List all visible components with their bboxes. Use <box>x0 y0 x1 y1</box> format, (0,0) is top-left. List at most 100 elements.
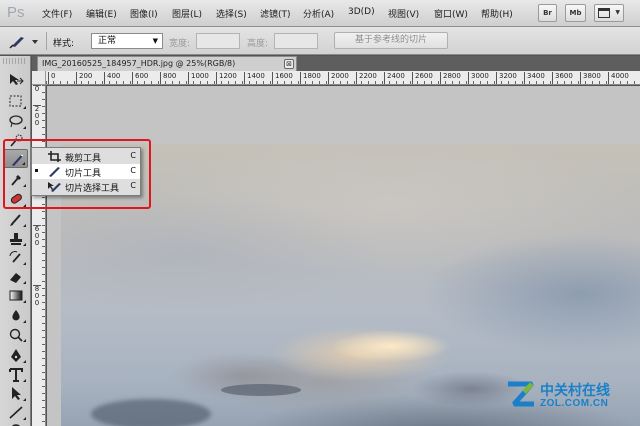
menu-window[interactable]: 窗口(W) <box>434 7 468 20</box>
options-bar: 样式: 正常 ▼ 宽度: 高度: 基于参考线的切片 <box>0 27 640 55</box>
ruler-tick: 2800 <box>440 72 461 84</box>
line-icon <box>9 406 23 419</box>
chevron-down-icon: ▼ <box>152 37 158 45</box>
tool-pen[interactable] <box>3 346 28 365</box>
photoshop-logo: Ps <box>7 4 25 21</box>
width-field[interactable] <box>196 33 240 49</box>
hand-icon <box>11 424 21 426</box>
pen-icon <box>11 349 21 362</box>
style-label: 样式: <box>53 39 75 49</box>
menu-image[interactable]: 图像(I) <box>130 7 158 20</box>
ruler-tick: 3600 <box>552 72 573 84</box>
tool-gradient[interactable] <box>3 286 28 305</box>
tool-brush[interactable] <box>3 210 28 229</box>
watermark-text: 中关村在线 <box>540 383 610 399</box>
horizontal-ruler[interactable]: 0 200 400 600 800 1000 1200 1400 1600 18… <box>46 71 640 85</box>
clone-stamp-icon <box>10 233 22 245</box>
menu-layer[interactable]: 图层(L) <box>172 7 202 20</box>
tool-blur[interactable] <box>3 306 28 325</box>
tool-hand[interactable] <box>3 420 28 426</box>
tool-type[interactable] <box>3 365 28 384</box>
style-dropdown[interactable]: 正常 ▼ <box>91 33 163 49</box>
height-field[interactable] <box>274 33 318 49</box>
tool-preset-picker[interactable] <box>6 32 42 50</box>
document-tab-strip: IMG_20160525_184957_HDR.jpg @ 25%(RGB/8)… <box>32 56 640 71</box>
close-icon[interactable]: ⊠ <box>284 59 294 69</box>
cloud <box>91 399 211 426</box>
width-label: 宽度: <box>169 39 191 49</box>
highlight-box <box>3 139 151 209</box>
type-icon <box>9 368 23 382</box>
ruler-origin[interactable] <box>32 71 46 85</box>
slice-icon <box>9 37 38 49</box>
ruler-tick: 1200 <box>216 72 237 84</box>
menu-bar: Ps 文件(F) 编辑(E) 图像(I) 图层(L) 选择(S) 滤镜(T) 分… <box>0 0 640 27</box>
lasso-icon <box>9 115 23 128</box>
menu-help[interactable]: 帮助(H) <box>481 7 513 20</box>
menu-edit[interactable]: 编辑(E) <box>86 7 117 20</box>
screen-mode-icon <box>598 8 610 18</box>
tool-dodge[interactable] <box>3 325 28 344</box>
history-brush-icon <box>9 251 21 263</box>
ruler-tick: 800 <box>33 285 41 307</box>
tool-move[interactable] <box>3 70 28 89</box>
ruler-tick: 2600 <box>412 72 433 84</box>
dodge-icon <box>9 328 23 342</box>
document-tab[interactable]: IMG_20160525_184957_HDR.jpg @ 25%(RGB/8)… <box>37 56 297 71</box>
chevron-down-icon: ▼ <box>615 9 620 16</box>
ruler-tick: 3200 <box>496 72 517 84</box>
watermark-url: ZOL.COM.CN <box>540 398 609 409</box>
menu-3d[interactable]: 3D(D) <box>348 7 375 17</box>
gradient-icon <box>9 290 23 301</box>
menu-filter[interactable]: 滤镜(T) <box>260 7 291 20</box>
ruler-tick: 2000 <box>328 72 349 84</box>
ruler-tick: 200 <box>76 72 92 84</box>
ruler-tick: 1000 <box>188 72 209 84</box>
menu-file[interactable]: 文件(F) <box>42 7 72 20</box>
ruler-tick: 2400 <box>384 72 405 84</box>
menu-analysis[interactable]: 分析(A) <box>303 7 334 20</box>
height-label: 高度: <box>247 39 269 49</box>
vertical-ruler[interactable]: 0 200 400 600 800 <box>32 85 46 426</box>
tool-path-select[interactable] <box>3 384 28 403</box>
menu-select[interactable]: 选择(S) <box>216 7 247 20</box>
brush-icon <box>10 214 21 226</box>
ruler-tick: 2200 <box>356 72 377 84</box>
document-title: IMG_20160525_184957_HDR.jpg @ 25%(RGB/8) <box>42 59 236 68</box>
blur-icon <box>12 310 20 321</box>
slices-from-guides-button[interactable]: 基于参考线的切片 <box>334 32 448 49</box>
ruler-tick: 1800 <box>300 72 321 84</box>
mini-bridge-button[interactable]: Mb <box>565 4 586 22</box>
ruler-tick: 600 <box>132 72 148 84</box>
ruler-tick: 200 <box>33 105 41 127</box>
ruler-tick: 1600 <box>272 72 293 84</box>
style-value: 正常 <box>98 36 117 46</box>
document-canvas[interactable] <box>47 86 640 426</box>
eraser-icon <box>10 273 21 283</box>
bridge-button[interactable]: Br <box>538 4 557 22</box>
tool-marquee[interactable] <box>3 92 28 111</box>
panel-grip[interactable] <box>3 58 27 64</box>
path-select-icon <box>12 387 21 400</box>
cloud <box>221 384 301 396</box>
ruler-tick: 800 <box>160 72 176 84</box>
ruler-tick: 400 <box>104 72 120 84</box>
screen-mode-button[interactable]: ▼ <box>594 4 624 22</box>
menu-view[interactable]: 视图(V) <box>388 7 419 20</box>
ruler-tick: 600 <box>33 225 41 247</box>
zol-logo-icon <box>508 381 534 407</box>
ruler-tick: 1400 <box>244 72 265 84</box>
tool-lasso[interactable] <box>3 112 28 131</box>
marquee-icon <box>9 95 22 107</box>
tool-history-brush[interactable] <box>3 248 28 267</box>
tool-eraser[interactable] <box>3 267 28 286</box>
move-icon <box>10 74 24 85</box>
ruler-tick: 3000 <box>468 72 489 84</box>
ruler-tick: 0 <box>33 85 41 93</box>
tool-clone-stamp[interactable] <box>3 229 28 248</box>
ruler-tick: 0 <box>48 72 55 84</box>
ruler-tick: 4000 <box>608 72 629 84</box>
tools-panel <box>0 56 31 426</box>
separator <box>46 32 47 50</box>
ruler-tick: 3800 <box>580 72 601 84</box>
